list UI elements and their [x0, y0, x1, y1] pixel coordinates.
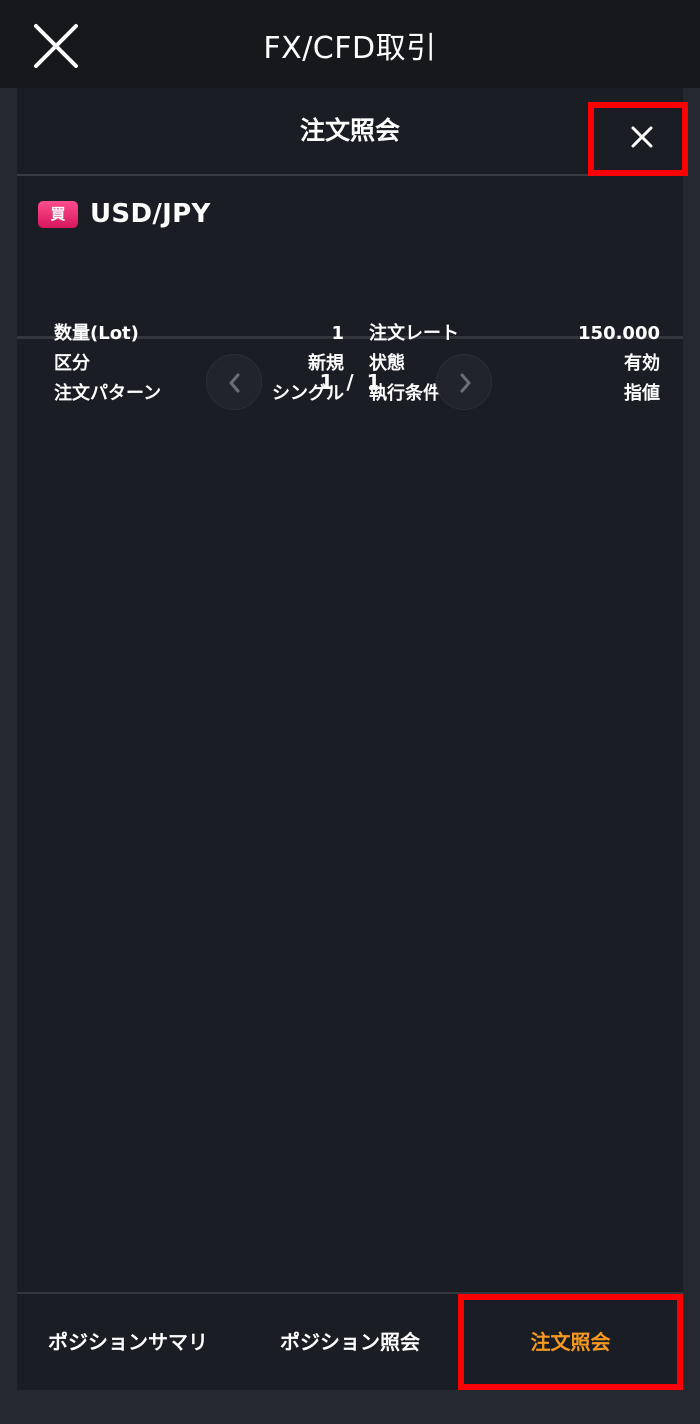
tab-order-inquiry[interactable]: 注文照会	[458, 1294, 683, 1390]
detail-label: 注文レート	[369, 323, 459, 344]
panel-header: 注文照会	[17, 88, 683, 176]
symbol-row: 買 USD/JPY	[38, 196, 211, 232]
detail-value: 150.000	[578, 323, 660, 344]
buy-badge: 買	[38, 200, 78, 228]
detail-value: 1	[331, 323, 344, 344]
pager: 1 / 1	[17, 352, 683, 412]
tab-bar: ポジションサマリ ポジション照会 注文照会	[17, 1294, 683, 1390]
chevron-left-icon	[229, 373, 240, 393]
order-card[interactable]: 買 USD/JPY 数量(Lot) 1 注文レート 150.000 区分 新規 …	[17, 176, 683, 404]
panel-title: 注文照会	[299, 116, 400, 145]
tab-position-inquiry[interactable]: ポジション照会	[239, 1294, 461, 1390]
currency-pair: USD/JPY	[90, 199, 211, 229]
app-title: FX/CFD取引	[263, 31, 437, 66]
pager-prev-button[interactable]	[206, 354, 262, 410]
chevron-right-icon	[460, 373, 471, 393]
order-inquiry-panel: 注文照会 買 USD/JPY 数量(Lot) 1 注文レート 150.000 区…	[17, 88, 688, 1390]
panel-close-button[interactable]	[588, 102, 688, 176]
close-icon	[631, 126, 653, 148]
detail-order-rate: 注文レート 150.000	[369, 320, 660, 348]
detail-quantity: 数量(Lot) 1	[54, 320, 344, 348]
page-indicator: 1 / 1	[319, 370, 381, 394]
detail-label: 数量(Lot)	[54, 323, 139, 344]
pager-next-button[interactable]	[436, 354, 492, 410]
tab-position-summary[interactable]: ポジションサマリ	[17, 1294, 239, 1390]
app-header: FX/CFD取引	[0, 0, 700, 88]
